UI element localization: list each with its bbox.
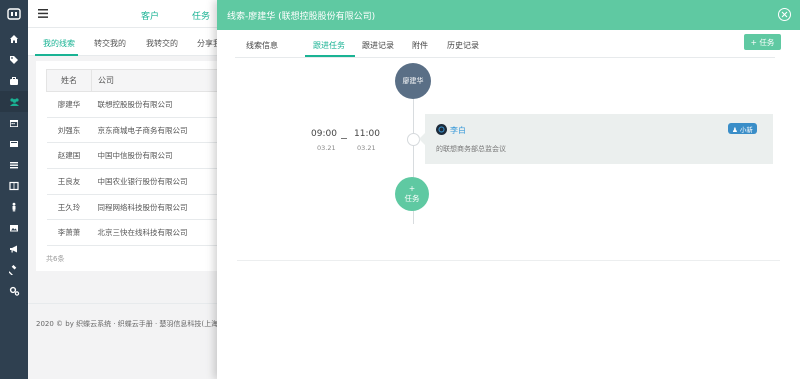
home-icon[interactable]	[0, 28, 28, 49]
table-row[interactable]: 赵建国 中国中信股份有限公司	[46, 142, 231, 170]
add-task-circle-label: 任务	[404, 194, 420, 203]
assignee-badge: ♟ 小新	[728, 123, 757, 134]
start-date: 03.21	[317, 144, 336, 152]
drawer-title: 线索-廖建华 (联想控股股份有限公司)	[227, 12, 376, 22]
leads-table: 姓名 公司 廖建华 联想控股股份有限公司 刘强东 京东商城电子商务有限公司 赵建国中…	[46, 69, 231, 247]
top-bar: 客户 任务	[28, 0, 228, 28]
sub-tab-my-leads[interactable]: 我的线索	[43, 38, 75, 49]
drawer-scrollbar[interactable]	[796, 30, 800, 379]
cell-company: 联想控股股份有限公司	[91, 91, 231, 118]
column-header-name[interactable]: 姓名	[46, 69, 92, 92]
cell-company: 中国农业银行股份有限公司	[91, 168, 231, 195]
megaphone-icon[interactable]	[0, 238, 28, 259]
table-row[interactable]: 廖建华 联想控股股份有限公司	[46, 91, 231, 118]
plus-icon: +	[408, 184, 416, 193]
inbox-icon[interactable]	[0, 133, 28, 154]
sub-tab-transferred-to-me[interactable]: 转交我的	[94, 38, 126, 49]
drawer-header: 线索-廖建华 (联想控股股份有限公司)	[217, 0, 800, 30]
list-icon[interactable]	[0, 154, 28, 175]
leads-panel: 姓名 公司 廖建华 联想控股股份有限公司 刘强东 京东商城电子商务有限公司 赵建国中…	[36, 61, 231, 271]
cell-name[interactable]: 赵建国	[46, 142, 92, 170]
tab-follow-up-tasks[interactable]: 跟进任务	[313, 40, 345, 51]
start-time: 09:00	[311, 129, 337, 139]
cell-name[interactable]: 王久玲	[46, 194, 92, 221]
calendar-icon[interactable]	[0, 112, 28, 133]
table-row[interactable]: 李萧萧 北京三快在线科技有限公司	[46, 219, 231, 247]
table-row[interactable]: 王良友 中国农业银行股份有限公司	[46, 168, 231, 195]
sub-tab-transferred-by-me[interactable]: 我转交的	[146, 38, 178, 49]
columns-icon[interactable]	[0, 175, 28, 196]
footer-text: 2020 © by 织蝶云系统 · 织蝶云手册 · 楚羽信息科技(上海)有	[36, 320, 228, 328]
timeline-person-node: 廖建华	[395, 63, 431, 99]
time-separator	[341, 138, 347, 139]
tab-lead-info[interactable]: 线索信息	[246, 40, 278, 51]
record-count: 共6条	[46, 255, 65, 263]
task-content: 的联想商务部总监会议	[436, 145, 506, 153]
end-date: 03.21	[357, 144, 376, 152]
task-card[interactable]: 李白 ♟ 小新 的联想商务部总监会议	[419, 114, 773, 164]
users-icon[interactable]	[0, 91, 28, 112]
cell-company: 中国中信股份有限公司	[91, 142, 231, 170]
task-owner-name[interactable]: 李白	[450, 125, 466, 136]
app-logo-icon[interactable]	[0, 0, 28, 28]
cell-name[interactable]: 李萧萧	[46, 219, 92, 247]
table-row[interactable]: 刘强东 京东商城电子商务有限公司	[46, 117, 231, 144]
sub-tab-bar: 我的线索 转交我的 我转交的 分享我	[28, 28, 228, 56]
end-time: 11:00	[354, 129, 380, 139]
cell-name[interactable]: 刘强东	[46, 117, 92, 144]
add-task-circle-button[interactable]: + 任务	[395, 177, 429, 211]
gavel-icon[interactable]	[0, 259, 28, 280]
image-icon[interactable]	[0, 217, 28, 238]
drawer-tabs: 线索信息 跟进任务 跟进记录 附件 历史记录	[235, 33, 775, 58]
tab-follow-up-records[interactable]: 跟进记录	[362, 40, 394, 51]
top-tab-customers[interactable]: 客户	[141, 9, 159, 22]
tab-history[interactable]: 历史记录	[447, 40, 479, 51]
background-page: 客户 任务 我的线索 转交我的 我转交的 分享我 姓名 公司 廖建华 联想控股股份…	[28, 0, 231, 379]
table-row[interactable]: 王久玲 同程网络科技股份有限公司	[46, 194, 231, 221]
close-icon[interactable]	[778, 8, 791, 21]
task-timeline: 廖建华 09:00 03.21 11:00 03.21 李白 ♟ 小新 的联想商…	[237, 59, 780, 261]
tag-icon[interactable]	[0, 49, 28, 70]
hamburger-menu-icon[interactable]	[38, 9, 48, 20]
add-task-button[interactable]: + 任务	[744, 34, 781, 50]
cell-name[interactable]: 廖建华	[46, 91, 92, 118]
briefcase-icon[interactable]	[0, 70, 28, 91]
avatar	[436, 124, 447, 135]
person-icon[interactable]	[0, 196, 28, 217]
cell-name[interactable]: 王良友	[46, 168, 92, 195]
card-pointer	[419, 133, 425, 145]
cell-company: 京东商城电子商务有限公司	[91, 117, 231, 144]
column-header-company[interactable]: 公司	[91, 69, 231, 92]
settings-icon[interactable]	[0, 280, 28, 301]
top-tab-tasks[interactable]: 任务	[192, 9, 210, 22]
tab-attachments[interactable]: 附件	[412, 40, 428, 51]
cell-company: 北京三快在线科技有限公司	[91, 219, 231, 247]
active-tab-indicator	[305, 55, 355, 57]
left-icon-rail	[0, 0, 28, 379]
page-footer: 2020 © by 织蝶云系统 · 织蝶云手册 · 楚羽信息科技(上海)有	[28, 303, 228, 343]
lead-detail-drawer: 线索-廖建华 (联想控股股份有限公司) 线索信息 跟进任务 跟进记录 附件 历史…	[217, 0, 800, 379]
cell-company: 同程网络科技股份有限公司	[91, 194, 231, 221]
active-sub-tab-indicator	[35, 54, 78, 56]
